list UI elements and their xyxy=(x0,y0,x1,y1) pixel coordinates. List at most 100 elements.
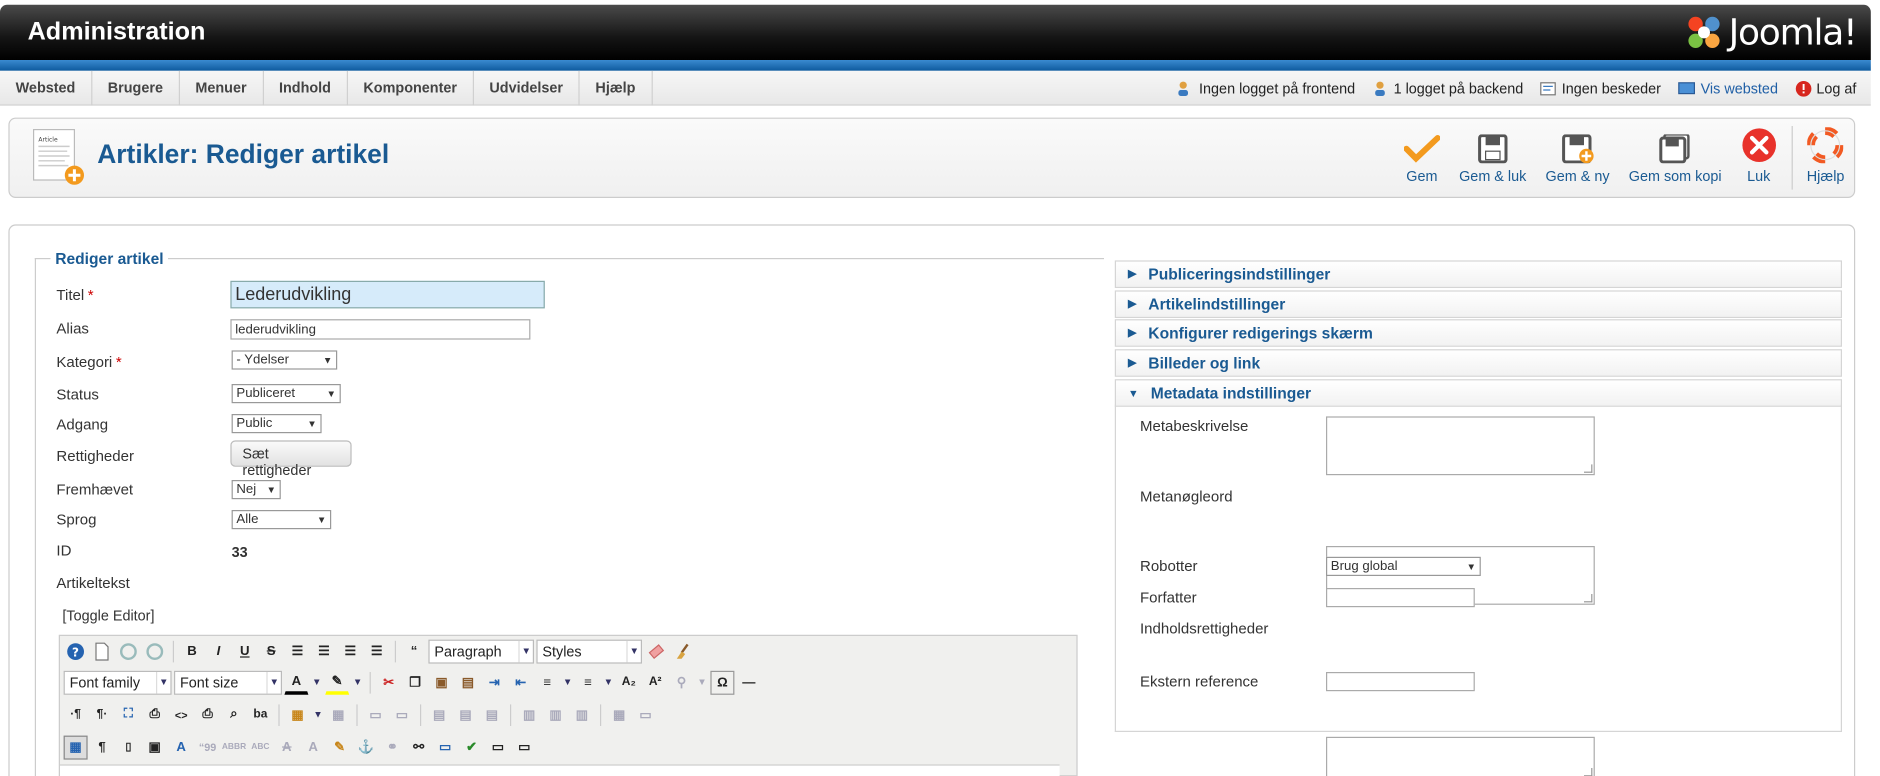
joomla-logo[interactable]: Joomla! xyxy=(1685,11,1858,53)
category-select[interactable]: - Ydelser ▼ xyxy=(231,350,338,370)
blockquote-icon[interactable]: “ xyxy=(402,639,426,663)
unlink-chain-icon[interactable]: ⚯ xyxy=(407,735,431,759)
save-copy-button[interactable]: Gem som kopi xyxy=(1619,119,1731,197)
bold-icon[interactable]: B xyxy=(180,639,204,663)
acronym-icon[interactable]: ABC xyxy=(248,735,272,759)
underline-icon[interactable]: U xyxy=(233,639,257,663)
set-permissions-button[interactable]: Sæt rettigheder xyxy=(230,440,352,479)
cleanup-broom-icon[interactable] xyxy=(671,639,695,663)
featured-select[interactable]: Nej ▼ xyxy=(231,480,281,500)
style-props-icon[interactable]: A xyxy=(169,735,193,759)
indent-icon[interactable]: ⇥ xyxy=(482,670,506,694)
toggle-editor-link[interactable]: [Toggle Editor] xyxy=(62,607,154,624)
col-before-icon[interactable]: ▥ xyxy=(517,703,541,727)
italic-icon[interactable]: I xyxy=(206,639,230,663)
table-icon[interactable]: ▦ xyxy=(286,703,310,727)
numbered-list-icon[interactable]: ≡ xyxy=(535,670,559,694)
align-center-icon[interactable]: ☰ xyxy=(312,639,336,663)
outdent-icon[interactable]: ⇤ xyxy=(509,670,533,694)
horizontal-rule-icon[interactable]: — xyxy=(737,670,761,694)
panel-metadata[interactable]: ▼ Metadata indstillinger xyxy=(1114,379,1843,407)
panel-article-options[interactable]: ▶ Artikelindstillinger xyxy=(1114,290,1843,318)
rtl-icon[interactable]: ¶· xyxy=(90,703,114,727)
strikethrough-icon[interactable]: S xyxy=(259,639,283,663)
align-right-icon[interactable]: ☰ xyxy=(365,639,389,663)
menu-komponenter[interactable]: Komponenter xyxy=(348,70,474,106)
title-input[interactable]: Lederudvikling xyxy=(230,280,545,309)
paragraph-select[interactable]: Paragraph ▼ xyxy=(428,639,534,663)
chevron-down-icon[interactable]: ▼ xyxy=(311,670,323,694)
chevron-down-icon[interactable]: ▼ xyxy=(602,670,614,694)
eraser-icon[interactable] xyxy=(644,639,668,663)
panel-configure-edit[interactable]: ▶ Konfigurer redigerings skærm xyxy=(1114,319,1843,347)
menu-udvidelser[interactable]: Udvidelser xyxy=(474,70,580,106)
chevron-down-icon[interactable]: ▼ xyxy=(562,670,574,694)
panel-images-links[interactable]: ▶ Billeder og link xyxy=(1114,349,1843,377)
font-family-select[interactable]: Font family ▼ xyxy=(63,670,172,695)
unlink-icon[interactable]: ⚲ xyxy=(670,670,694,694)
cite-icon[interactable]: “99 xyxy=(196,735,220,759)
deletion-icon[interactable]: A xyxy=(275,735,299,759)
save-new-button[interactable]: Gem & ny xyxy=(1536,119,1619,197)
copy-icon[interactable]: ❐ xyxy=(403,670,427,694)
superscript-icon[interactable]: A² xyxy=(643,670,667,694)
undo-icon[interactable] xyxy=(116,639,140,663)
panel-publishing[interactable]: ▶ Publiceringsindstillinger xyxy=(1114,260,1843,288)
paste-text-icon[interactable]: ▤ xyxy=(456,670,480,694)
attributes-icon[interactable]: ✎ xyxy=(328,735,352,759)
chevron-down-icon[interactable]: ▼ xyxy=(696,670,708,694)
col-after-icon[interactable]: ▥ xyxy=(544,703,568,727)
omega-icon[interactable]: Ω xyxy=(710,670,735,695)
anchor-icon[interactable]: ⚓ xyxy=(354,735,378,759)
replace-icon[interactable]: ba xyxy=(248,703,272,727)
bullet-list-icon[interactable]: ≡ xyxy=(576,670,600,694)
paste-icon[interactable]: ▣ xyxy=(430,670,454,694)
page-break-icon[interactable]: ▯ xyxy=(116,735,140,759)
media-icon[interactable]: ▭ xyxy=(512,735,536,759)
cut-icon[interactable]: ✂ xyxy=(377,670,401,694)
visual-aid-icon[interactable]: ▦ xyxy=(63,735,88,759)
align-left-icon[interactable]: ☰ xyxy=(338,639,362,663)
language-select[interactable]: Alle ▼ xyxy=(231,510,332,530)
table-props-icon[interactable]: ▭ xyxy=(634,703,658,727)
row-after-icon[interactable]: ▤ xyxy=(454,703,478,727)
editor-content-area[interactable] xyxy=(60,764,1060,776)
rights-textarea[interactable] xyxy=(1326,736,1595,776)
spellcheck-icon[interactable]: ✔ xyxy=(460,735,484,759)
preview-icon[interactable]: ⎙ xyxy=(143,703,167,727)
access-select[interactable]: Public ▼ xyxy=(231,414,322,434)
alias-input[interactable]: lederudvikling xyxy=(230,319,531,340)
split-cells-icon[interactable]: ▦ xyxy=(607,703,631,727)
print-icon[interactable]: ⎙ xyxy=(196,703,220,727)
author-input[interactable] xyxy=(1326,588,1475,608)
text-color-icon[interactable]: A xyxy=(284,670,309,695)
row-before-icon[interactable]: ▤ xyxy=(427,703,451,727)
status-messages[interactable]: Ingen beskeder xyxy=(1540,80,1661,97)
menu-websted[interactable]: Websted xyxy=(0,70,93,106)
image-icon[interactable]: ▭ xyxy=(433,735,457,759)
help-button[interactable]: Hjælp xyxy=(1797,119,1854,197)
menu-menuer[interactable]: Menuer xyxy=(180,70,264,106)
new-document-icon[interactable] xyxy=(90,639,114,663)
meta-description-textarea[interactable] xyxy=(1326,416,1595,476)
styles-select[interactable]: Styles ▼ xyxy=(536,639,642,663)
menu-brugere[interactable]: Brugere xyxy=(92,70,180,106)
show-blocks-icon[interactable]: ¶ xyxy=(90,735,114,759)
delete-row-icon[interactable]: ▤ xyxy=(480,703,504,727)
fullscreen-icon[interactable]: ⛶ xyxy=(116,703,140,727)
status-select[interactable]: Publiceret ▼ xyxy=(231,384,341,404)
chevron-down-icon[interactable]: ▼ xyxy=(352,670,364,694)
chevron-down-icon[interactable]: ▼ xyxy=(312,703,324,727)
ltr-icon[interactable]: ·¶ xyxy=(64,703,88,727)
redo-icon[interactable] xyxy=(143,639,167,663)
merge-cells-icon[interactable]: ▭ xyxy=(390,703,414,727)
nonbreaking-icon[interactable]: ▭ xyxy=(486,735,510,759)
subscript-icon[interactable]: A₂ xyxy=(617,670,641,694)
delete-table-icon[interactable]: ▦ xyxy=(326,703,350,727)
xref-input[interactable] xyxy=(1326,672,1475,692)
source-code-icon[interactable]: <> xyxy=(169,703,193,727)
find-icon[interactable]: ⌕ xyxy=(222,703,246,727)
font-size-select[interactable]: Font size ▼ xyxy=(174,670,282,695)
cell-props-icon[interactable]: ▭ xyxy=(364,703,388,727)
status-view-site[interactable]: Vis websted xyxy=(1678,80,1778,97)
